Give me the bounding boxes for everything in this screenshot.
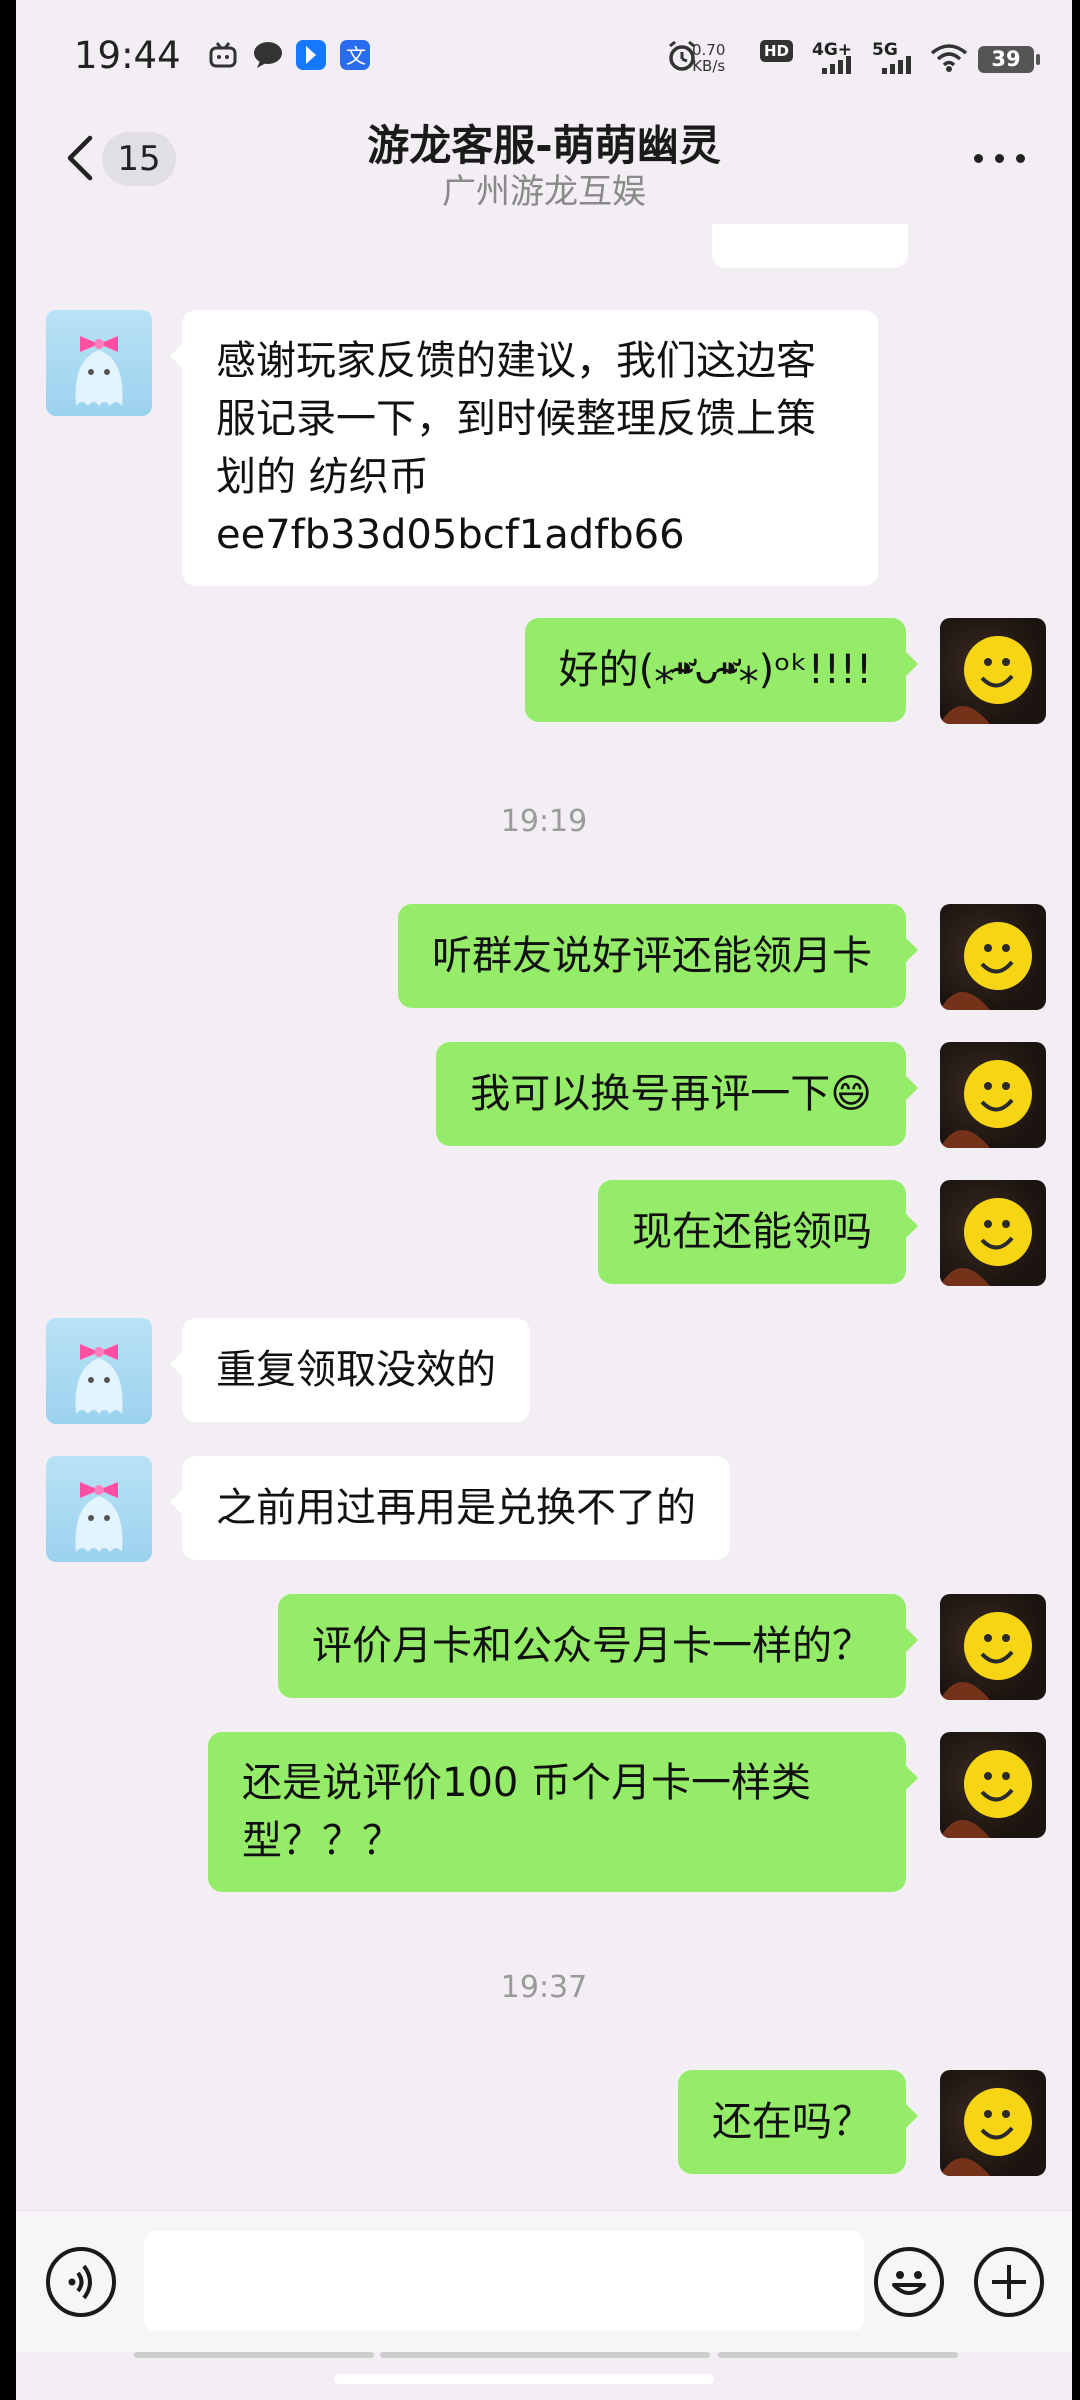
chat-subtitle: 广州游龙互娱 (442, 172, 646, 212)
voice-input-button[interactable] (46, 2247, 116, 2317)
message-bubble-incoming[interactable]: 重复领取没效的 (170, 1318, 530, 1422)
hd-badge: HD (760, 40, 794, 62)
translate-icon: 文 (340, 40, 370, 70)
agent-avatar[interactable] (46, 1456, 152, 1562)
previous-message-fragment (712, 224, 908, 268)
message-text: 重复领取没效的 (216, 1347, 496, 1393)
message-input[interactable] (144, 2231, 864, 2331)
user-avatar[interactable] (940, 2070, 1046, 2176)
speed-value: 0.70 (692, 41, 726, 59)
message-bubble-outgoing[interactable]: 我可以换号再评一下😄 (436, 1042, 918, 1146)
message-text: 好的(⁎⁍̴̛ᴗ⁍̴̛⁎)ᵒᵏ!!!! (558, 647, 872, 693)
user-avatar[interactable] (940, 1180, 1046, 1286)
bilibili-icon (208, 40, 238, 70)
wifi-icon (930, 44, 968, 76)
message-bubble-incoming[interactable]: 之前用过再用是兑换不了的 (170, 1456, 730, 1560)
user-avatar[interactable] (940, 1594, 1046, 1700)
message-timestamp: 19:19 (500, 804, 588, 839)
chat-screen: 19:44 文 0.70 KB/s HD 4G+ 5G 39 15 游龙客服-萌… (16, 0, 1072, 2400)
message-bubble-outgoing[interactable]: 现在还能领吗 (598, 1180, 918, 1284)
message-bubble-icon (252, 40, 282, 70)
user-avatar[interactable] (940, 904, 1046, 1010)
message-bubble-outgoing[interactable]: 评价月卡和公众号月卡一样的？ (278, 1594, 918, 1698)
message-timestamp: 19:37 (500, 1970, 588, 2005)
input-bar (16, 2210, 1072, 2352)
message-text: 之前用过再用是兑换不了的 (216, 1485, 696, 1531)
message-text: 还在吗？ (712, 2099, 872, 2145)
agent-avatar[interactable] (46, 1318, 152, 1424)
status-bar: 19:44 文 0.70 KB/s HD 4G+ 5G 39 (16, 0, 1072, 112)
bottom-dividers (16, 2352, 1072, 2362)
more-dot-icon (995, 154, 1004, 163)
emoji-button[interactable] (874, 2247, 944, 2317)
smiley-icon (892, 2271, 926, 2295)
more-options-button[interactable] (974, 148, 1026, 168)
message-bubble-outgoing[interactable]: 听群友说好评还能领月卡 (398, 904, 918, 1008)
message-bubble-outgoing[interactable]: 好的(⁎⁍̴̛ᴗ⁍̴̛⁎)ᵒᵏ!!!! (524, 618, 918, 722)
message-list[interactable]: 感谢玩家反馈的建议，我们这边客服记录一下，到时候整理反馈上策划的 纺织币 ee7… (16, 224, 1072, 2210)
battery-indicator: 39 (978, 46, 1040, 73)
speed-unit: KB/s (692, 57, 726, 75)
voice-icon (68, 2264, 92, 2300)
app-icon-blue (296, 40, 326, 70)
more-dot-icon (974, 154, 983, 163)
svg-text:文: 文 (346, 44, 366, 68)
user-avatar[interactable] (940, 1042, 1046, 1148)
plus-icon (992, 2265, 1026, 2299)
message-text: 听群友说好评还能领月卡 (432, 933, 872, 979)
hd-label: HD (764, 42, 790, 60)
more-dot-icon (1016, 154, 1025, 163)
message-bubble-incoming[interactable]: 感谢玩家反馈的建议，我们这边客服记录一下，到时候整理反馈上策划的 纺织币 ee7… (170, 310, 878, 586)
signal-icon-1 (822, 56, 858, 78)
battery-level: 39 (991, 47, 1021, 71)
user-avatar[interactable] (940, 1732, 1046, 1838)
chat-header: 15 游龙客服-萌萌幽灵 广州游龙互娱 (16, 112, 1072, 224)
status-time: 19:44 (74, 34, 181, 77)
agent-avatar[interactable] (46, 310, 152, 416)
message-text: 现在还能领吗 (632, 1209, 872, 1255)
network-speed: 0.70 KB/s (692, 42, 725, 74)
add-attachment-button[interactable] (974, 2247, 1044, 2317)
message-text: 感谢玩家反馈的建议，我们这边客服记录一下，到时候整理反馈上策划的 纺织币 ee7… (216, 338, 816, 558)
signal-icon-2 (882, 56, 918, 78)
message-bubble-outgoing[interactable]: 还是说评价100 币个月卡一样类型？？？ (208, 1732, 918, 1892)
home-indicator[interactable] (334, 2374, 714, 2384)
message-text: 我可以换号再评一下😄 (470, 1071, 872, 1117)
message-text: 评价月卡和公众号月卡一样的？ (312, 1623, 872, 1669)
user-avatar[interactable] (940, 618, 1046, 724)
message-text: 还是说评价100 币个月卡一样类型？？？ (242, 1760, 812, 1864)
message-bubble-outgoing[interactable]: 还在吗？ (678, 2070, 918, 2174)
